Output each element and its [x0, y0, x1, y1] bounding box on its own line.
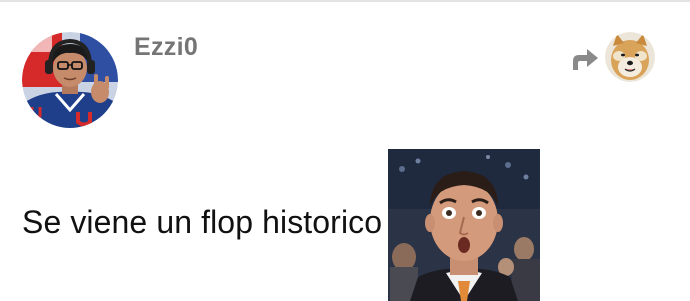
- username[interactable]: Ezzi0: [134, 33, 198, 62]
- reply-arrow-glyph: [573, 49, 598, 70]
- dog-avatar-image: [605, 32, 655, 82]
- top-divider: [0, 0, 690, 2]
- surprised-man-reaction-gif[interactable]: [388, 149, 540, 301]
- user-avatar[interactable]: [22, 32, 118, 128]
- post: Ezzi0 Se viene un flop historico: [0, 0, 690, 301]
- avatar-image: [22, 32, 118, 128]
- reply-arrow-icon[interactable]: [569, 44, 601, 72]
- post-message: Se viene un flop historico: [22, 204, 383, 240]
- dog-avatar[interactable]: [605, 32, 655, 82]
- gif-image: [388, 149, 540, 301]
